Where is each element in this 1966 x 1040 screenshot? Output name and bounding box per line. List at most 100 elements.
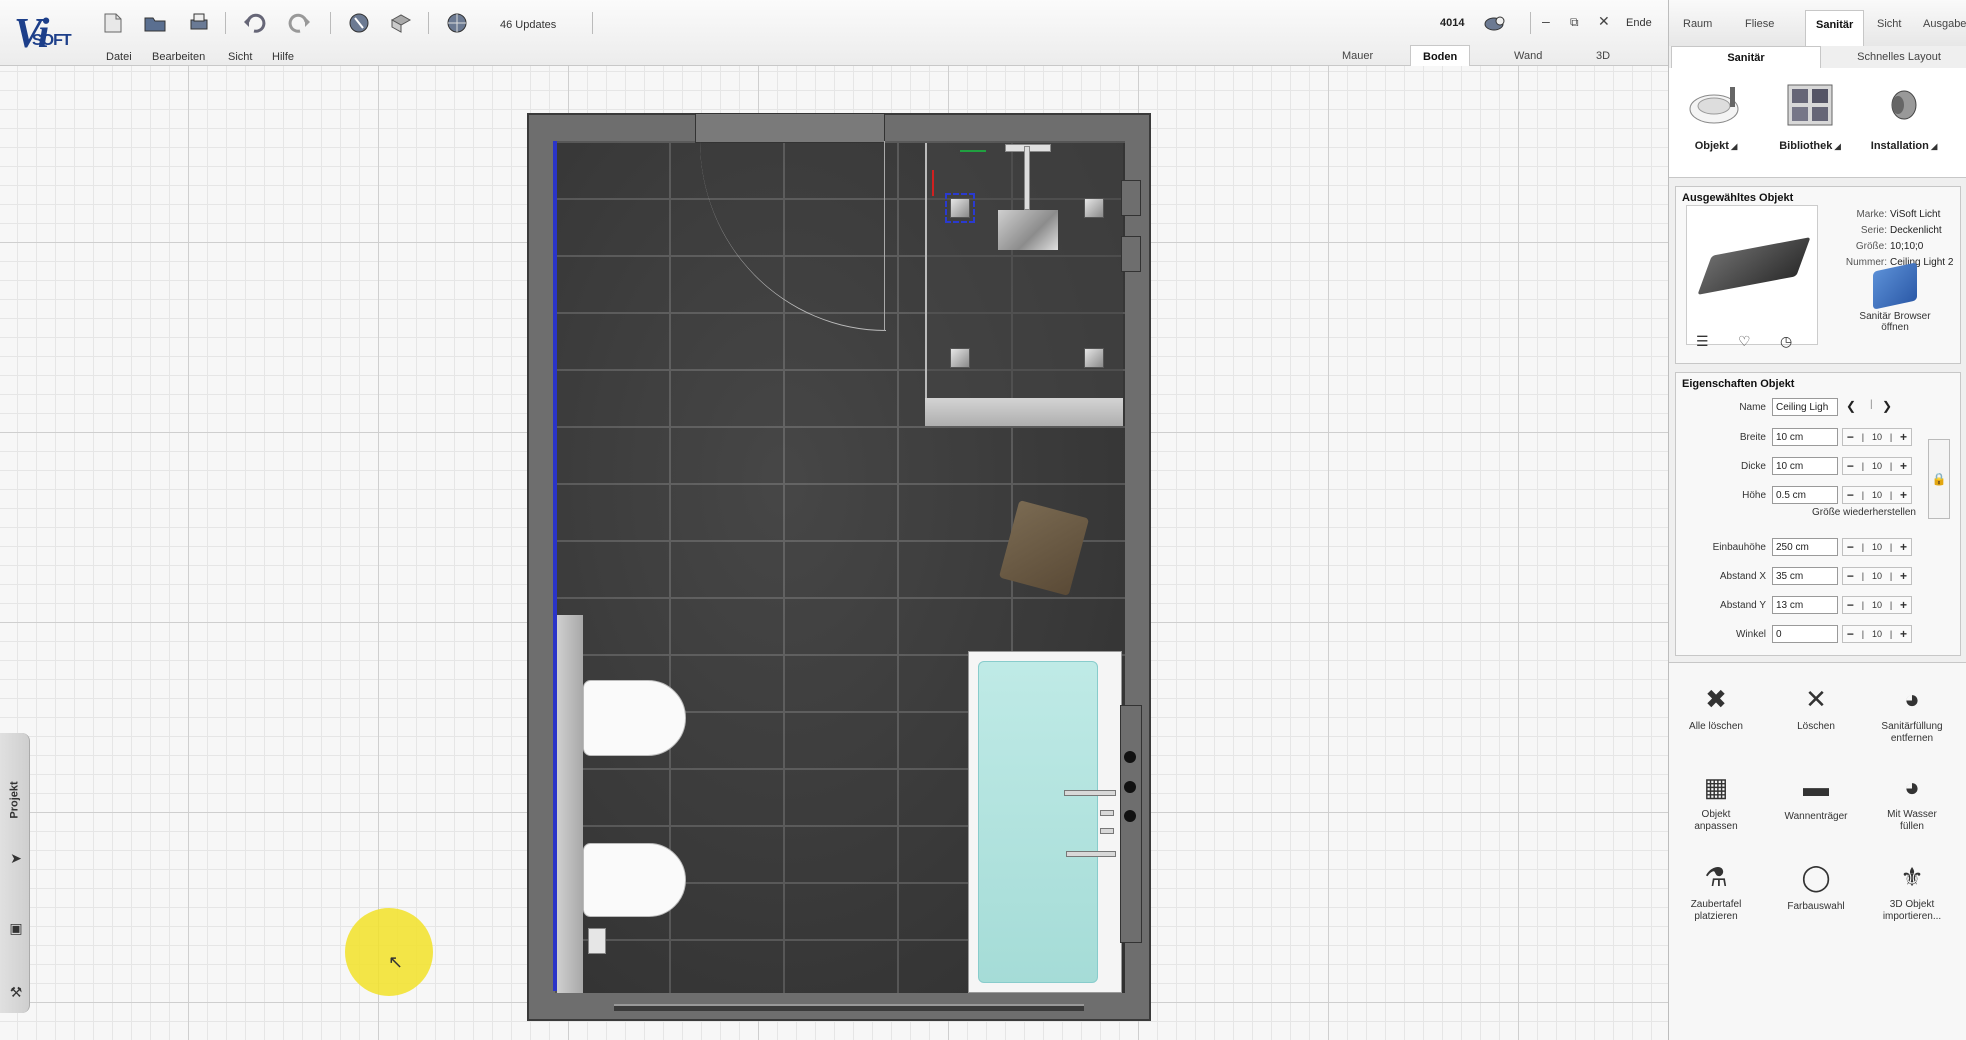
tools-icon[interactable]: ⚒	[6, 984, 26, 1004]
tub-hand-shower[interactable]	[1066, 851, 1116, 857]
name-field[interactable]	[1772, 398, 1838, 416]
hoehe-stepper[interactable]: − | 10 | +	[1842, 486, 1912, 504]
property-row-einbauhoehe: Einbauhöhe −|10|+	[1676, 537, 1962, 559]
ceiling-light-selected[interactable]	[945, 193, 975, 223]
heart-icon[interactable]: ♡	[1738, 333, 1751, 350]
menu-datei[interactable]: Datei	[106, 51, 132, 63]
close-icon[interactable]: ✕	[1598, 13, 1610, 30]
bibliothek-button[interactable]: Bibliothek	[1765, 78, 1855, 152]
door[interactable]	[695, 113, 885, 143]
toilet[interactable]	[583, 843, 686, 917]
shower-rail[interactable]	[1024, 146, 1030, 210]
x-axis-handle[interactable]	[960, 150, 986, 152]
hoehe-field[interactable]	[1772, 486, 1838, 504]
top-toolbar: Vi SOFT 46 Updates Datei Bearbeiten Sich…	[0, 0, 1668, 66]
sanitary-browser-button[interactable]: Sanitär Browser öffnen	[1840, 262, 1950, 333]
tab-3d[interactable]: 3D	[1584, 45, 1622, 66]
prev-icon[interactable]: ❮	[1846, 399, 1856, 413]
undo-icon[interactable]	[240, 9, 270, 37]
pin-icon[interactable]: ➤	[6, 850, 26, 870]
cube-icon[interactable]: ▣	[6, 920, 26, 940]
tab-ausgabe[interactable]: Ausgabe	[1923, 18, 1966, 30]
clock-icon[interactable]: ◷	[1780, 333, 1792, 350]
tub-knob	[1124, 751, 1136, 763]
sink-icon	[1684, 78, 1748, 132]
abstand-x-field[interactable]	[1772, 567, 1838, 585]
property-row-winkel: Winkel −|10|+	[1676, 624, 1962, 646]
wall-niche[interactable]	[1121, 180, 1141, 216]
tub-wall-panel[interactable]	[1120, 705, 1142, 943]
sanitary-ribbon: Objekt Bibliothek Installation	[1669, 68, 1966, 178]
ceiling-light[interactable]	[1084, 348, 1104, 368]
next-icon[interactable]: ❯	[1882, 399, 1892, 413]
delete-all-button[interactable]: ✖ Alle löschen	[1671, 681, 1761, 733]
menu-bearbeiten[interactable]: Bearbeiten	[152, 51, 205, 63]
magic-board-button[interactable]: ⚗ Zaubertafel platzieren	[1671, 859, 1761, 923]
fill-water-button[interactable]: ◕ Mit Wasser füllen	[1867, 769, 1957, 833]
y-axis-handle[interactable]	[932, 170, 934, 196]
winkel-field[interactable]	[1772, 625, 1838, 643]
menu-sicht[interactable]: Sicht	[228, 51, 252, 63]
open-folder-icon[interactable]	[140, 9, 170, 37]
print-icon[interactable]	[184, 9, 214, 37]
tab-sicht[interactable]: Sicht	[1877, 18, 1901, 30]
winkel-stepper[interactable]: − | 10 | +	[1842, 625, 1912, 643]
objekt-button[interactable]: Objekt	[1671, 78, 1761, 152]
window-opening[interactable]	[614, 1004, 1084, 1011]
exit-button[interactable]: Ende	[1626, 17, 1652, 29]
camera-icon[interactable]	[1480, 9, 1510, 37]
subtab-sanitaer[interactable]: Sanitär	[1671, 46, 1821, 68]
restore-size-button[interactable]: Größe wiederherstellen	[1676, 507, 1962, 518]
subtab-schnelles-layout[interactable]: Schnelles Layout	[1829, 46, 1966, 68]
measure-icon[interactable]	[344, 9, 374, 37]
wall-niche[interactable]	[1121, 236, 1141, 272]
import-3d-button[interactable]: ⚜ 3D Objekt importieren...	[1867, 859, 1957, 923]
visoft-logo: Vi SOFT	[14, 11, 72, 57]
installation-button[interactable]: Installation	[1859, 78, 1949, 152]
breite-stepper[interactable]: − | 10 | +	[1842, 428, 1912, 446]
menu-hilfe[interactable]: Hilfe	[272, 51, 294, 63]
restore-window-icon[interactable]: ⧉	[1570, 15, 1579, 30]
tub-support-icon: ▬	[1803, 772, 1829, 802]
list-icon[interactable]: ☰	[1696, 333, 1709, 350]
abstand-x-stepper[interactable]: − | 10 | +	[1842, 567, 1912, 585]
remove-fill-button[interactable]: ◕ Sanitärfüllung entfernen	[1867, 681, 1957, 745]
tab-wand[interactable]: Wand	[1502, 45, 1554, 66]
ceiling-light[interactable]	[950, 348, 970, 368]
shower-head[interactable]	[998, 210, 1058, 250]
shower-glass-screen[interactable]	[925, 398, 1123, 426]
pre-wall-installation[interactable]	[557, 615, 583, 993]
tab-boden[interactable]: Boden	[1410, 45, 1471, 66]
tab-sanitaer[interactable]: Sanitär	[1805, 10, 1865, 46]
bidet[interactable]	[583, 680, 686, 756]
delete-button[interactable]: ✕ Löschen	[1771, 681, 1861, 733]
minimize-icon[interactable]: –	[1542, 13, 1550, 29]
abstand-y-stepper[interactable]: − | 10 | +	[1842, 596, 1912, 614]
redo-icon[interactable]	[284, 9, 314, 37]
tab-mauer[interactable]: Mauer	[1330, 45, 1385, 66]
tub-faucet[interactable]	[1064, 790, 1116, 796]
tab-fliese[interactable]: Fliese	[1745, 18, 1774, 30]
einbauhoehe-stepper[interactable]: − | 10 | +	[1842, 538, 1912, 556]
tub-support-button[interactable]: ▬ Wannenträger	[1771, 769, 1861, 823]
import-3d-icon: ⚜	[1900, 862, 1924, 892]
new-file-icon[interactable]	[98, 9, 128, 37]
meta-size: Größe: 10;10;0	[1855, 241, 1924, 252]
object-properties-section: Eigenschaften Objekt Name ❮ | ❯ Breite −…	[1675, 372, 1961, 656]
updates-label[interactable]: 46 Updates	[500, 19, 556, 31]
breite-field[interactable]	[1772, 428, 1838, 446]
tab-projekt[interactable]: Projekt	[4, 770, 26, 830]
dicke-field[interactable]	[1772, 457, 1838, 475]
right-panel: Raum Fliese Sanitär Sicht Ausgabe Sanitä…	[1668, 0, 1966, 1040]
color-picker-button[interactable]: ◯ Farbauswahl	[1771, 859, 1861, 913]
dicke-stepper[interactable]: − | 10 | +	[1842, 457, 1912, 475]
adjust-object-button[interactable]: ▦ Objekt anpassen	[1671, 769, 1761, 833]
abstand-y-field[interactable]	[1772, 596, 1838, 614]
tab-raum[interactable]: Raum	[1683, 18, 1712, 30]
door-swing-line	[884, 141, 885, 331]
globe-icon[interactable]	[442, 9, 472, 37]
einbauhoehe-field[interactable]	[1772, 538, 1838, 556]
render-icon[interactable]	[386, 9, 416, 37]
ceiling-light[interactable]	[1084, 198, 1104, 218]
flush-plate[interactable]	[588, 928, 606, 954]
